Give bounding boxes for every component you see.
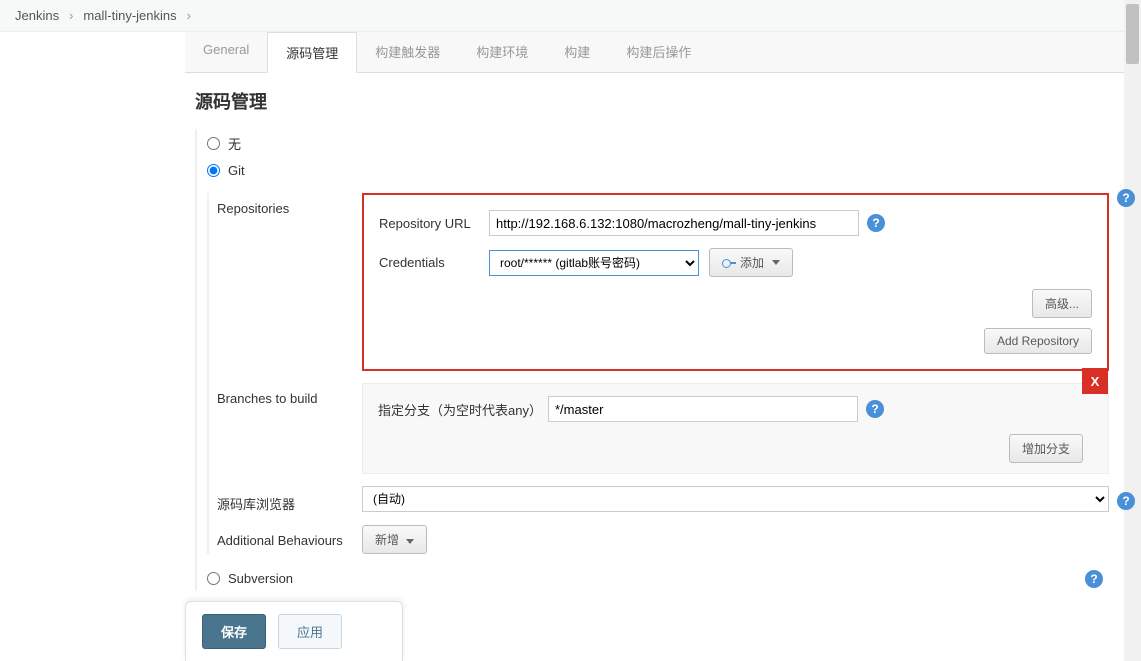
tab-post[interactable]: 构建后操作: [608, 32, 709, 72]
help-icon[interactable]: ?: [1117, 492, 1135, 510]
credentials-select[interactable]: root/****** (gitlab账号密码): [489, 250, 699, 276]
add-branch-button[interactable]: 增加分支: [1009, 434, 1083, 463]
breadcrumb-project[interactable]: mall-tiny-jenkins: [83, 8, 176, 23]
scm-radio-git[interactable]: [207, 164, 220, 177]
footer-bar: 保存 应用: [185, 601, 403, 661]
repositories-label: Repositories: [217, 193, 362, 216]
delete-branch-button[interactable]: X: [1082, 368, 1108, 394]
tab-env[interactable]: 构建环境: [458, 32, 546, 72]
caret-down-icon: [406, 539, 414, 544]
tab-general[interactable]: General: [185, 32, 267, 72]
scm-radio-subversion[interactable]: [207, 572, 220, 585]
apply-button[interactable]: 应用: [278, 614, 342, 649]
caret-down-icon: [772, 260, 780, 265]
tab-build[interactable]: 构建: [546, 32, 608, 72]
credentials-label: Credentials: [379, 255, 489, 270]
add-behaviour-button[interactable]: 新增: [362, 525, 427, 554]
save-button[interactable]: 保存: [202, 614, 266, 649]
chevron-right-icon: ›: [69, 8, 73, 23]
repo-url-input[interactable]: [489, 210, 859, 236]
config-tabs: General 源码管理 构建触发器 构建环境 构建 构建后操作: [185, 32, 1141, 73]
advanced-button[interactable]: 高级...: [1032, 289, 1092, 318]
tab-triggers[interactable]: 构建触发器: [357, 32, 458, 72]
branch-spec-label: 指定分支（为空时代表any）: [378, 400, 548, 419]
chevron-right-icon: ›: [187, 8, 191, 23]
help-icon[interactable]: ?: [866, 400, 884, 418]
repo-url-label: Repository URL: [379, 216, 489, 231]
help-icon[interactable]: ?: [867, 214, 885, 232]
breadcrumb: Jenkins › mall-tiny-jenkins ›: [0, 0, 1141, 32]
scm-none-label: 无: [228, 134, 241, 153]
scrollbar-thumb[interactable]: [1126, 4, 1139, 64]
scm-radio-none[interactable]: [207, 137, 220, 150]
help-icon[interactable]: ?: [1085, 570, 1103, 588]
scm-subversion-label: Subversion: [228, 571, 293, 586]
scm-git-label: Git: [228, 163, 245, 178]
add-cred-label: 添加: [740, 254, 764, 271]
repo-browser-label: 源码库浏览器: [217, 486, 362, 513]
key-icon: [722, 259, 736, 267]
section-title: 源码管理: [185, 73, 1141, 124]
tab-scm[interactable]: 源码管理: [267, 32, 357, 73]
branches-label: Branches to build: [217, 383, 362, 406]
help-icon[interactable]: ?: [1117, 189, 1135, 207]
repo-browser-select[interactable]: (自动): [362, 486, 1109, 512]
behaviours-add-label: 新增: [375, 533, 399, 547]
add-repository-button[interactable]: Add Repository: [984, 328, 1092, 354]
behaviours-label: Additional Behaviours: [217, 525, 362, 548]
breadcrumb-root[interactable]: Jenkins: [15, 8, 59, 23]
branches-box: X 指定分支（为空时代表any） ? 增加分支: [362, 383, 1109, 474]
branch-spec-input[interactable]: [548, 396, 858, 422]
repositories-box: Repository URL ? Credentials root/******…: [362, 193, 1109, 371]
add-credentials-button[interactable]: 添加: [709, 248, 793, 277]
